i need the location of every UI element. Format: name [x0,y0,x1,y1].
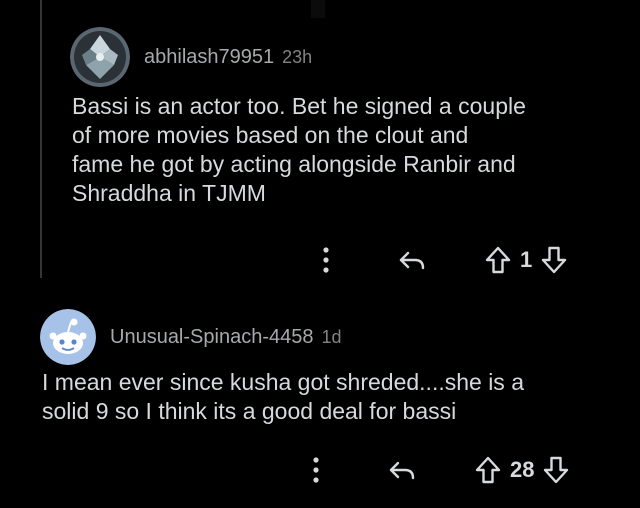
comment-body: Bassi is an actor too. Bet he signed a c… [72,93,526,206]
username[interactable]: Unusual-Spinach-4458 [110,326,313,349]
snoo-avatar-icon[interactable] [40,309,96,365]
top-edge-mark [311,0,325,18]
upvote-icon[interactable] [472,452,504,488]
more-options-icon[interactable] [302,452,330,488]
reply-icon[interactable] [384,452,420,488]
reply-icon[interactable] [394,242,430,278]
more-options-icon[interactable] [312,242,340,278]
vote-score: 28 [510,457,535,482]
downvote-icon[interactable] [538,242,570,278]
downvote-icon[interactable] [540,452,572,488]
upvote-icon[interactable] [482,242,514,278]
comment-body: I mean ever since kusha got shreded....s… [42,369,524,424]
thread-line[interactable] [40,0,42,278]
crystal-avatar-icon[interactable] [70,27,130,87]
comment-header: Unusual-Spinach-4458 1d [40,308,342,366]
username[interactable]: abhilash79951 [144,46,274,69]
comment-age: 23h [282,46,313,67]
comment-actions: 1 [312,240,570,280]
comment-actions: 28 [302,450,572,490]
vote-score: 1 [520,247,533,272]
comment-age: 1d [321,326,342,347]
comment-header: abhilash79951 23h [70,26,312,88]
